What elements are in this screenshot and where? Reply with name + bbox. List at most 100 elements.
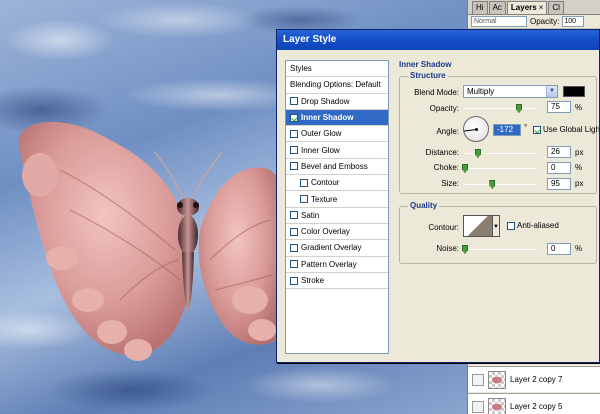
tab-label: Cl (552, 3, 560, 12)
style-label: Color Overlay (301, 227, 350, 237)
chevron-down-icon: ▼ (546, 86, 557, 97)
choke-slider-track[interactable] (465, 168, 537, 169)
use-global-light-checkbox[interactable] (533, 126, 541, 134)
angle-dial[interactable] (463, 116, 489, 142)
style-label: Pattern Overlay (301, 259, 357, 269)
close-icon[interactable]: × (539, 3, 544, 12)
choke-label: Choke: (433, 163, 459, 172)
choke-input[interactable]: 0 (547, 162, 571, 174)
satin-checkbox[interactable] (290, 211, 298, 220)
blend-mode-select[interactable]: Multiply ▼ (463, 85, 558, 98)
style-item-texture[interactable]: Texture (286, 191, 388, 208)
style-item-pattern-overlay[interactable]: Pattern Overlay (286, 257, 388, 273)
style-item-blending-options[interactable]: Blending Options: Default (286, 77, 388, 94)
tab-actions[interactable]: Ac (488, 1, 506, 14)
pattern-overlay-checkbox[interactable] (290, 260, 298, 269)
structure-title: Structure (408, 71, 448, 80)
texture-checkbox[interactable] (300, 195, 308, 204)
style-label: Styles (290, 64, 312, 74)
contour-dropdown[interactable]: ▼ (493, 215, 500, 237)
style-label: Bevel and Emboss (301, 161, 368, 171)
tab-label: Layers (510, 3, 537, 12)
style-label: Outer Glow (301, 129, 342, 139)
style-item-drop-shadow[interactable]: Drop Shadow (286, 94, 388, 110)
style-label: Drop Shadow (301, 96, 350, 106)
contour-label: Contour: (428, 223, 459, 232)
choke-unit: % (575, 163, 583, 172)
tab-label: Ac (492, 3, 502, 12)
anti-aliased-label: Anti-aliased (517, 221, 559, 230)
layer-thumbnail (488, 370, 506, 389)
style-label: Gradient Overlay (301, 243, 362, 253)
angle-label: Angle: (436, 127, 459, 136)
anti-aliased-checkbox[interactable] (507, 222, 515, 230)
angle-input[interactable]: -172 (493, 124, 521, 136)
style-label: Texture (311, 194, 338, 204)
style-item-color-overlay[interactable]: Color Overlay (286, 224, 388, 241)
opacity-input[interactable]: 75 (547, 101, 571, 113)
styles-header[interactable]: Styles (286, 61, 388, 78)
inner-shadow-checkbox[interactable] (290, 113, 298, 122)
size-input[interactable]: 95 (547, 178, 571, 190)
layer-row[interactable]: Layer 2 copy 5 (468, 393, 600, 414)
drop-shadow-checkbox[interactable] (290, 97, 298, 106)
style-label: Inner Shadow (301, 113, 354, 123)
noise-input[interactable]: 0 (547, 243, 571, 255)
tab-label: Hi (476, 3, 484, 12)
size-label: Size: (441, 179, 459, 188)
style-item-gradient-overlay[interactable]: Gradient Overlay (286, 240, 388, 257)
size-unit: px (575, 179, 584, 188)
chevron-down-icon: ▼ (493, 224, 499, 230)
layer-style-dialog: Layer Style Styles Blending Options: Def… (276, 29, 600, 363)
style-label: Blending Options: Default (290, 80, 381, 90)
layer-opacity-label: Opacity: (530, 17, 560, 26)
noise-label: Noise: (436, 244, 459, 253)
panel-tabs: Hi Ac Layers × Cl (468, 0, 600, 15)
size-slider-track[interactable] (465, 184, 537, 185)
blend-mode-label: Blend Mode: (414, 88, 459, 97)
shadow-color-swatch[interactable] (563, 86, 585, 97)
style-item-contour[interactable]: Contour (286, 175, 388, 192)
styles-list: Styles Blending Options: Default Drop Sh… (285, 60, 389, 354)
contour-checkbox[interactable] (300, 178, 308, 187)
dialog-title: Layer Style (283, 34, 337, 45)
distance-input[interactable]: 26 (547, 146, 571, 158)
angle-unit: ° (524, 123, 528, 132)
inner-glow-checkbox[interactable] (290, 146, 298, 155)
quality-title: Quality (408, 201, 440, 210)
tab-history[interactable]: Hi (472, 1, 488, 14)
tab-layers[interactable]: Layers × (506, 1, 548, 14)
visibility-toggle[interactable] (472, 373, 484, 386)
bevel-emboss-checkbox[interactable] (290, 162, 298, 171)
style-item-inner-shadow[interactable]: Inner Shadow (286, 109, 388, 127)
layer-options-row: Normal Opacity: 100 (468, 15, 600, 29)
tab-channels[interactable]: Cl (548, 1, 564, 14)
color-overlay-checkbox[interactable] (290, 227, 298, 236)
layer-opacity-input[interactable]: 100 (562, 16, 585, 27)
style-item-stroke[interactable]: Stroke (286, 273, 388, 290)
style-label: Contour (311, 178, 340, 188)
inner-shadow-heading: Inner Shadow (399, 60, 452, 69)
opacity-slider-track[interactable] (465, 108, 537, 109)
style-item-bevel-emboss[interactable]: Bevel and Emboss (286, 159, 388, 176)
gradient-overlay-checkbox[interactable] (290, 243, 298, 252)
style-item-satin[interactable]: Satin (286, 208, 388, 224)
use-global-light-label: Use Global Light (543, 125, 599, 134)
layer-blend-select[interactable]: Normal (471, 16, 527, 27)
noise-slider-track[interactable] (465, 249, 537, 250)
style-item-inner-glow[interactable]: Inner Glow (286, 142, 388, 159)
layer-name: Layer 2 copy 5 (510, 402, 563, 411)
contour-preview[interactable] (463, 215, 493, 237)
angle-center-dot (475, 128, 478, 131)
style-item-outer-glow[interactable]: Outer Glow (286, 126, 388, 143)
style-label: Stroke (301, 276, 325, 285)
dialog-title-bar[interactable]: Layer Style (277, 30, 599, 50)
outer-glow-checkbox[interactable] (290, 129, 298, 138)
distance-unit: px (575, 148, 584, 157)
stroke-checkbox[interactable] (290, 276, 298, 285)
opacity-label: Opacity: (429, 104, 459, 113)
visibility-toggle[interactable] (472, 400, 484, 413)
distance-label: Distance: (425, 148, 459, 157)
blend-mode-value: Multiply (467, 87, 495, 96)
layer-row[interactable]: Layer 2 copy 7 (468, 366, 600, 392)
